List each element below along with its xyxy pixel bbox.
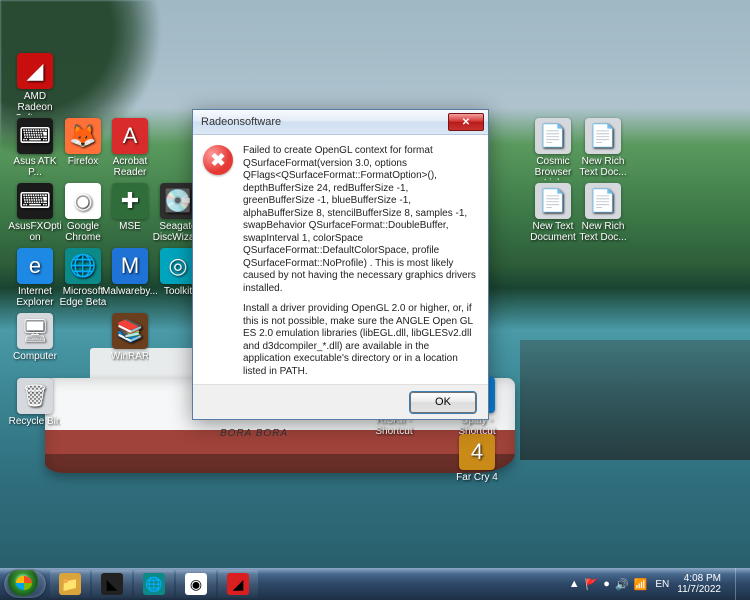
icon-label: MSE: [119, 221, 141, 232]
close-button[interactable]: ✕: [448, 113, 484, 131]
desktop-icon[interactable]: 🖥 Computer: [7, 313, 63, 362]
desktop-icon[interactable]: 📄New Rich Text Doc...: [575, 183, 631, 243]
icon-label: Toolkit: [164, 286, 192, 297]
app-icon: 🌐: [65, 248, 101, 284]
dialog-text: Failed to create OpenGL context for form…: [243, 145, 478, 378]
desktop-icon[interactable]: 4 Far Cry 4: [449, 434, 505, 483]
taskbar-item[interactable]: 🌐: [134, 570, 174, 598]
desktop-icon[interactable]: ◢AMD Radeon Software: [7, 53, 63, 115]
app-icon: 📄: [585, 183, 621, 219]
taskbar-pinned-items: 📁 ◣ 🌐 ◉ ◢: [50, 570, 258, 598]
taskbar-icon: ◉: [185, 573, 207, 595]
app-icon: 📄: [535, 118, 571, 154]
app-icon: ◢: [17, 53, 53, 89]
app-icon: 🖥: [17, 313, 53, 349]
dialog-title: Radeonsoftware: [201, 116, 281, 128]
error-dialog: Radeonsoftware ✕ ✖ Failed to create Open…: [192, 109, 489, 420]
app-icon: ◉: [65, 183, 101, 219]
taskbar-item[interactable]: 📁: [50, 570, 90, 598]
icon-label: Firefox: [68, 156, 99, 167]
taskbar-item[interactable]: ◉: [176, 570, 216, 598]
tray-icon[interactable]: 🚩: [585, 578, 599, 591]
tray-icons: ▲ 🚩 ● 🔊 📶: [569, 578, 648, 591]
taskbar-item[interactable]: ◣: [92, 570, 132, 598]
app-icon: 4: [459, 434, 495, 470]
show-desktop-button[interactable]: [735, 568, 746, 600]
app-icon: 📄: [535, 183, 571, 219]
tray-icon[interactable]: 🔊: [615, 578, 629, 591]
app-icon: ✚: [112, 183, 148, 219]
icon-label: New Rich Text Doc...: [575, 156, 631, 178]
icon-label: New Rich Text Doc...: [575, 221, 631, 243]
icon-label: AMD Radeon Software: [7, 91, 63, 115]
app-icon: ◎: [160, 248, 196, 284]
taskbar: 📁 ◣ 🌐 ◉ ◢ ▲ 🚩 ● 🔊 📶 EN 4:08 PM 11/7/2022: [0, 568, 750, 600]
tray-icon[interactable]: 📶: [634, 578, 648, 591]
language-indicator[interactable]: EN: [655, 579, 669, 590]
dialog-titlebar[interactable]: Radeonsoftware ✕: [193, 110, 488, 135]
desktop-icon[interactable]: 📄New Text Document: [525, 183, 581, 243]
clock-date: 11/7/2022: [677, 584, 721, 595]
app-icon: M: [112, 248, 148, 284]
app-icon: ⌨: [17, 118, 53, 154]
app-icon: e: [17, 248, 53, 284]
app-icon: 📚: [112, 313, 148, 349]
app-icon: 🦊: [65, 118, 101, 154]
system-tray: ▲ 🚩 ● 🔊 📶 EN 4:08 PM 11/7/2022: [569, 568, 746, 600]
app-icon: 🗑: [17, 378, 53, 414]
dialog-paragraph-2: Install a driver providing OpenGL 2.0 or…: [243, 303, 478, 378]
icon-label: New Text Document: [525, 221, 581, 243]
icon-label: WinRAR: [111, 351, 149, 362]
tray-icon[interactable]: ▲: [569, 578, 580, 591]
taskbar-icon: ◢: [227, 573, 249, 595]
dialog-body: ✖ Failed to create OpenGL context for fo…: [193, 135, 488, 384]
dialog-button-row: OK: [193, 384, 488, 419]
taskbar-icon: 📁: [59, 573, 81, 595]
app-icon: ⌨: [17, 183, 53, 219]
start-button[interactable]: [4, 570, 46, 598]
app-icon: 💽: [160, 183, 196, 219]
desktop-icon[interactable]: AAcrobat Reader: [102, 118, 158, 178]
app-icon: A: [112, 118, 148, 154]
close-icon: ✕: [462, 117, 470, 128]
desktop-icon[interactable]: 📄New Rich Text Doc...: [575, 118, 631, 178]
icon-label: Computer: [13, 351, 57, 362]
app-icon: 📄: [585, 118, 621, 154]
taskbar-icon: 🌐: [143, 573, 165, 595]
desktop-icon[interactable]: 🗑 Recycle Bin: [7, 378, 63, 427]
clock-time: 4:08 PM: [677, 573, 721, 584]
desktop-icon[interactable]: 📄Cosmic Browser Link: [525, 118, 581, 180]
icon-label: Cosmic Browser Link: [525, 156, 581, 180]
error-icon: ✖: [203, 145, 233, 175]
taskbar-item[interactable]: ◢: [218, 570, 258, 598]
icon-label: Far Cry 4: [456, 472, 498, 483]
ok-button[interactable]: OK: [410, 392, 476, 413]
icon-label: Acrobat Reader: [102, 156, 158, 178]
tray-icon[interactable]: ●: [603, 578, 610, 591]
dialog-paragraph-1: Failed to create OpenGL context for form…: [243, 145, 478, 295]
icon-label: Recycle Bin: [9, 416, 62, 427]
taskbar-icon: ◣: [101, 573, 123, 595]
taskbar-clock[interactable]: 4:08 PM 11/7/2022: [677, 573, 727, 595]
desktop-icon[interactable]: 📚 WinRAR: [102, 313, 158, 362]
